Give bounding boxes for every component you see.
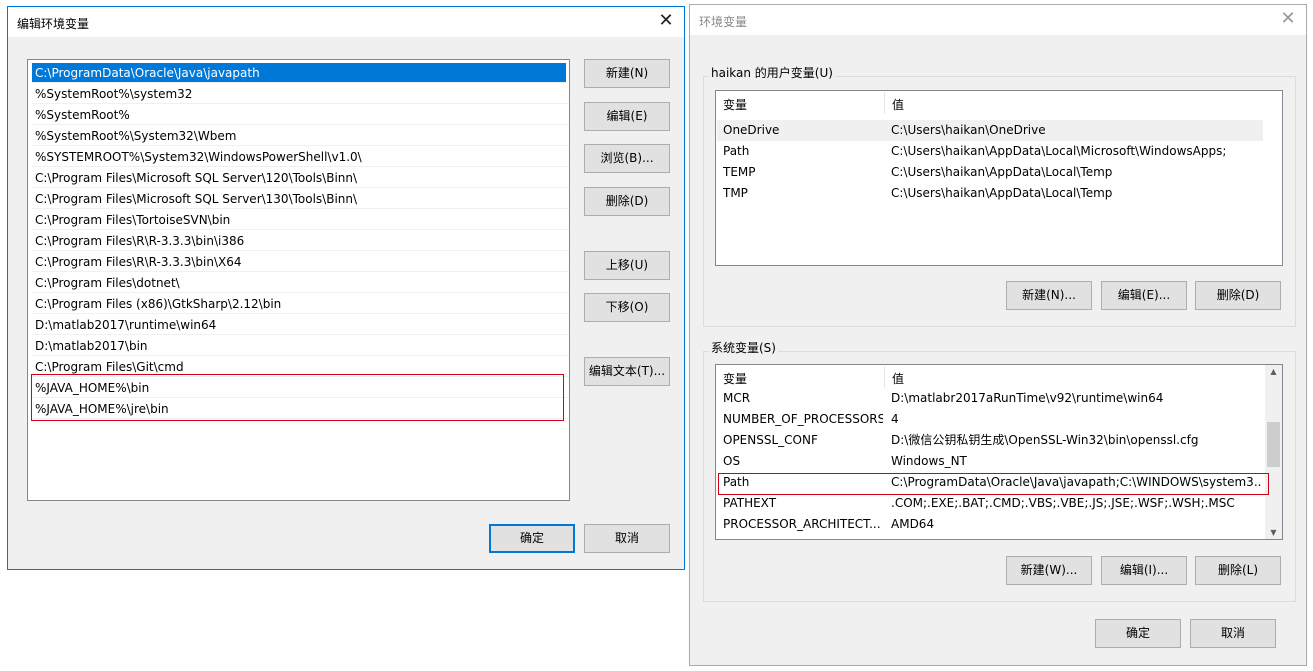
- ok-button[interactable]: 确定: [489, 524, 575, 553]
- path-list-item[interactable]: C:\ProgramData\Oracle\Java\javapath: [32, 63, 566, 83]
- variable-row[interactable]: PATHEXT .COM;.EXE;.BAT;.CMD;.VBS;.VBE;.JS…: [717, 493, 1263, 514]
- variable-value: D:\matlabr2017aRunTime\v92\runtime\win64: [891, 391, 1164, 405]
- edit-dialog-title: 编辑环境变量: [17, 17, 90, 31]
- variable-row[interactable]: Path C:\Users\haikan\AppData\Local\Micros…: [717, 141, 1263, 162]
- variable-name: OS: [723, 454, 741, 468]
- path-list-item[interactable]: C:\Program Files\Microsoft SQL Server\13…: [32, 189, 569, 209]
- path-list-item[interactable]: C:\Program Files\TortoiseSVN\bin: [32, 210, 569, 230]
- path-list-item[interactable]: C:\Program Files\Microsoft SQL Server\12…: [32, 168, 569, 188]
- variable-row[interactable]: MCR D:\matlabr2017aRunTime\v92\runtime\wi…: [717, 388, 1263, 409]
- variable-name: PROCESSOR_ARCHITECT...: [723, 517, 881, 531]
- variable-row[interactable]: NUMBER_OF_PROCESSORS 4: [717, 409, 1263, 430]
- scroll-up-icon[interactable]: ▲: [1265, 367, 1282, 376]
- env-vars-dialog: 环境变量 ✕ haikan 的用户变量(U) 变量 值 OneDrive C:\U…: [689, 4, 1307, 666]
- scroll-down-icon[interactable]: ▼: [1265, 528, 1282, 537]
- variable-row[interactable]: TEMP C:\Users\haikan\AppData\Local\Temp: [717, 162, 1263, 183]
- variable-value: C:\Users\haikan\AppData\Local\Temp: [891, 165, 1113, 179]
- variable-name: PATHEXT: [723, 496, 777, 510]
- delete-path-button[interactable]: 删除(D): [584, 187, 670, 216]
- move-down-button[interactable]: 下移(O): [584, 293, 670, 322]
- variable-name: TMP: [723, 186, 748, 200]
- path-list-item[interactable]: C:\Program Files (x86)\GtkSharp\2.12\bin: [32, 294, 569, 314]
- close-icon[interactable]: ✕: [1278, 9, 1298, 29]
- col-header-value[interactable]: 值: [892, 370, 904, 387]
- system-vars-list[interactable]: 变量 值 MCR D:\matlabr2017aRunTime\v92\runti…: [715, 364, 1283, 540]
- path-list-item[interactable]: C:\Program Files\R\R-3.3.3\bin\X64: [32, 252, 569, 272]
- variable-name: TEMP: [723, 165, 756, 179]
- browse-button[interactable]: 浏览(B)...: [584, 144, 670, 173]
- path-list-item[interactable]: D:\matlab2017\bin: [32, 336, 569, 356]
- cancel-button[interactable]: 取消: [584, 524, 670, 553]
- user-vars-list[interactable]: 变量 值 OneDrive C:\Users\haikan\OneDrive Pat…: [715, 90, 1283, 266]
- path-list[interactable]: C:\ProgramData\Oracle\Java\javapath %Syst…: [27, 59, 570, 501]
- path-list-item[interactable]: C:\Program Files\R\R-3.3.3\bin\i386: [32, 231, 569, 251]
- variable-name: MCR: [723, 391, 751, 405]
- path-var-highlight: [718, 473, 1269, 495]
- variable-value: .COM;.EXE;.BAT;.CMD;.VBS;.VBE;.JS;.JSE;.…: [891, 496, 1235, 510]
- path-list-item[interactable]: %SystemRoot%: [32, 105, 569, 125]
- new-path-button[interactable]: 新建(N): [584, 59, 670, 88]
- edit-env-dialog: 编辑环境变量 ✕ C:\ProgramData\Oracle\Java\java…: [7, 6, 685, 570]
- env-dialog-title: 环境变量: [699, 15, 748, 29]
- user-edit-button[interactable]: 编辑(E)...: [1101, 281, 1187, 310]
- variable-value: C:\Users\haikan\AppData\Local\Microsoft\…: [891, 144, 1227, 158]
- variable-value: C:\Users\haikan\AppData\Local\Temp: [891, 186, 1113, 200]
- edit-dialog-titlebar: 编辑环境变量 ✕: [8, 7, 684, 37]
- env-cancel-button[interactable]: 取消: [1190, 619, 1276, 648]
- col-header-divider: [884, 366, 885, 388]
- path-list-item[interactable]: C:\Program Files\dotnet\: [32, 273, 569, 293]
- vertical-scrollbar[interactable]: ▲ ▼: [1265, 365, 1282, 539]
- edit-path-button[interactable]: 编辑(E): [584, 102, 670, 131]
- path-list-item[interactable]: %SystemRoot%\System32\Wbem: [32, 126, 569, 146]
- variable-row[interactable]: PROCESSOR_ARCHITECT... AMD64: [717, 514, 1263, 535]
- path-list-item[interactable]: %SystemRoot%\system32: [32, 84, 569, 104]
- env-ok-button[interactable]: 确定: [1095, 619, 1181, 648]
- java-home-highlight: [31, 374, 564, 421]
- system-new-button[interactable]: 新建(W)...: [1006, 556, 1092, 585]
- edit-text-button[interactable]: 编辑文本(T)...: [584, 357, 670, 386]
- user-vars-label: haikan 的用户变量(U): [709, 64, 835, 81]
- system-edit-button[interactable]: 编辑(I)...: [1101, 556, 1187, 585]
- env-dialog-titlebar: 环境变量 ✕: [690, 5, 1306, 35]
- col-header-variable[interactable]: 变量: [723, 370, 747, 387]
- col-header-divider: [884, 92, 885, 114]
- system-delete-button[interactable]: 删除(L): [1195, 556, 1281, 585]
- variable-row[interactable]: TMP C:\Users\haikan\AppData\Local\Temp: [717, 183, 1263, 204]
- path-list-item[interactable]: %SYSTEMROOT%\System32\WindowsPowerShell\…: [32, 147, 569, 167]
- variable-value: 4: [891, 412, 899, 426]
- variable-value: C:\Users\haikan\OneDrive: [891, 123, 1046, 137]
- variable-name: OPENSSL_CONF: [723, 433, 818, 447]
- col-header-value[interactable]: 值: [892, 96, 904, 113]
- user-delete-button[interactable]: 删除(D): [1195, 281, 1281, 310]
- user-new-button[interactable]: 新建(N)...: [1006, 281, 1092, 310]
- variable-row[interactable]: OS Windows_NT: [717, 451, 1263, 472]
- col-header-variable[interactable]: 变量: [723, 96, 747, 113]
- variable-value: AMD64: [891, 517, 935, 531]
- variable-row[interactable]: OPENSSL_CONF D:\微信公钥私钥生成\OpenSSL-Win32\bi…: [717, 430, 1263, 451]
- variable-value: Windows_NT: [891, 454, 967, 468]
- variable-name: OneDrive: [723, 123, 780, 137]
- move-up-button[interactable]: 上移(U): [584, 251, 670, 280]
- variable-value: D:\微信公钥私钥生成\OpenSSL-Win32\bin\openssl.cf…: [891, 433, 1199, 447]
- variable-row[interactable]: OneDrive C:\Users\haikan\OneDrive: [717, 120, 1263, 141]
- system-vars-label: 系统变量(S): [709, 339, 778, 356]
- path-list-item[interactable]: D:\matlab2017\runtime\win64: [32, 315, 569, 335]
- variable-name: Path: [723, 144, 750, 158]
- scrollbar-thumb[interactable]: [1267, 422, 1280, 467]
- variable-name: NUMBER_OF_PROCESSORS: [723, 412, 883, 426]
- close-icon[interactable]: ✕: [656, 11, 676, 31]
